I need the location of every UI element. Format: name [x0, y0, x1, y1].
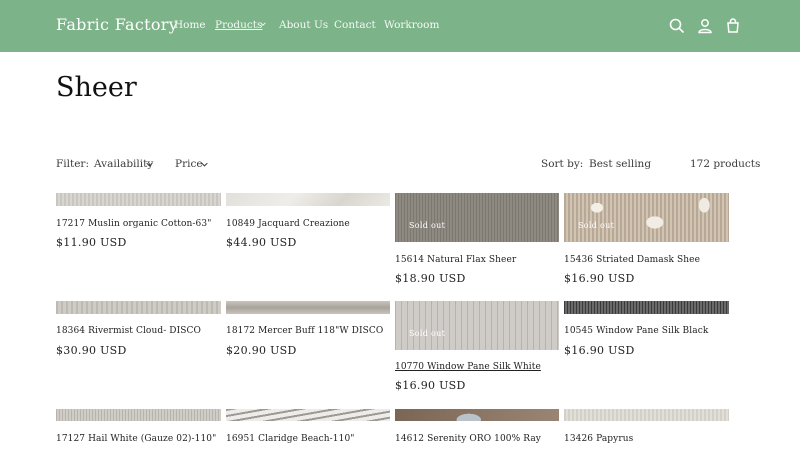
product-title[interactable]: 17217 Muslin organic Cotton-63" — [56, 219, 211, 229]
product-title[interactable]: 15614 Natural Flax Sheer — [395, 255, 516, 265]
product-title[interactable]: 10849 Jacquard Creazione — [226, 219, 350, 229]
product-image[interactable]: Sold out — [395, 193, 559, 242]
product-price: $18.90 USD — [395, 272, 466, 285]
product-price: $30.90 USD — [56, 344, 127, 357]
chevron-down-icon[interactable] — [146, 161, 153, 168]
product-title[interactable]: 10545 Window Pane Silk Black — [564, 326, 708, 336]
product-title[interactable]: 15436 Striated Damask Shee — [564, 255, 700, 265]
nav-about-us[interactable]: About Us — [279, 19, 328, 31]
product-price: $44.90 USD — [226, 236, 297, 249]
price-filter[interactable]: Price — [175, 158, 203, 170]
product-title[interactable]: 13426 Papyrus — [564, 434, 633, 444]
product-image[interactable] — [56, 193, 221, 206]
product-image[interactable]: Sold out — [564, 193, 729, 242]
nav-products[interactable]: Products — [215, 19, 262, 31]
sold-out-badge: Sold out — [578, 221, 615, 230]
product-title[interactable]: 10770 Window Pane Silk White — [395, 362, 541, 372]
product-image[interactable] — [226, 193, 390, 206]
site-header: Fabric Factory Home Products About Us Co… — [0, 0, 800, 52]
sold-out-badge: Sold out — [409, 221, 446, 230]
product-image[interactable] — [395, 409, 559, 421]
product-image[interactable] — [564, 301, 729, 314]
chevron-down-icon[interactable] — [201, 161, 208, 168]
nav-contact[interactable]: Contact — [334, 19, 376, 31]
nav-workroom[interactable]: Workroom — [384, 19, 439, 31]
product-image[interactable] — [56, 409, 221, 421]
product-title[interactable]: 14612 Serenity ORO 100% Ray — [395, 434, 541, 444]
product-price: $11.90 USD — [56, 236, 127, 249]
page-title: Sheer — [56, 72, 137, 103]
sold-out-badge: Sold out — [409, 329, 446, 338]
product-image[interactable] — [564, 409, 729, 421]
sort-label: Sort by: — [541, 158, 584, 170]
cart-icon[interactable] — [724, 17, 742, 35]
product-title[interactable]: 16951 Claridge Beach-110" — [226, 434, 355, 444]
product-image[interactable] — [226, 409, 390, 421]
product-count: 172 products — [690, 158, 761, 170]
product-price: $20.90 USD — [226, 344, 297, 357]
sort-select[interactable]: Best selling — [589, 158, 651, 170]
availability-filter[interactable]: Availability — [94, 158, 153, 170]
product-title[interactable]: 18172 Mercer Buff 118"W DISCO — [226, 326, 383, 336]
product-image[interactable]: Sold out — [395, 301, 559, 350]
filter-label: Filter: — [56, 158, 89, 170]
product-price: $16.90 USD — [395, 379, 466, 392]
product-image[interactable] — [226, 301, 390, 314]
product-price: $16.90 USD — [564, 272, 635, 285]
account-icon[interactable] — [696, 17, 714, 35]
product-image[interactable] — [56, 301, 221, 314]
product-price: $16.90 USD — [564, 344, 635, 357]
product-title[interactable]: 18364 Rivermist Cloud- DISCO — [56, 326, 201, 336]
brand-logo[interactable]: Fabric Factory — [56, 15, 178, 34]
chevron-down-icon[interactable] — [260, 21, 266, 27]
nav-home[interactable]: Home — [174, 19, 206, 31]
search-icon[interactable] — [668, 17, 686, 35]
product-title[interactable]: 17127 Hail White (Gauze 02)-110" — [56, 434, 216, 444]
